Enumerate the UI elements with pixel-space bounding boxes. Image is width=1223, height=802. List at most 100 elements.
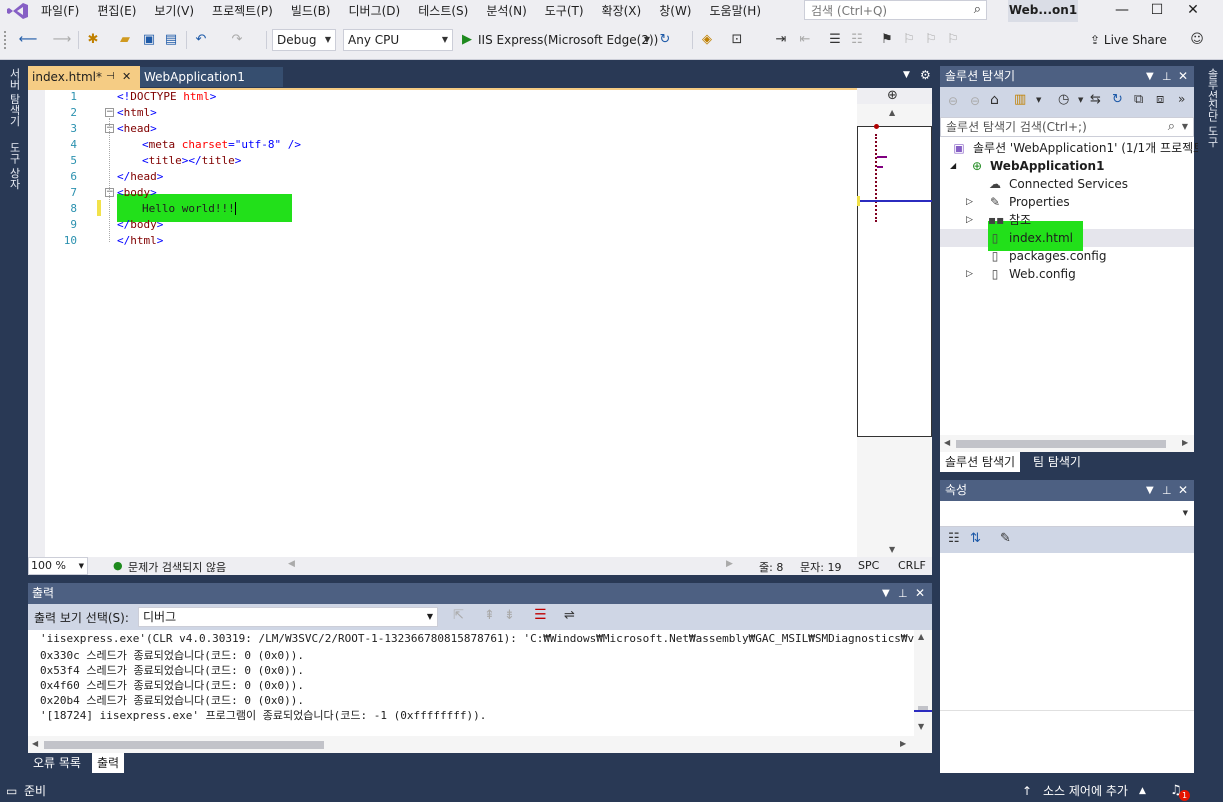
source-control-button[interactable]: 소스 제어에 추가 (1043, 780, 1128, 802)
line-ending-indicator[interactable]: CRLF (898, 559, 926, 572)
back-icon[interactable]: ⟵ (18, 30, 38, 50)
scroll-up-icon[interactable]: ▲ (918, 632, 924, 641)
menu-analyze[interactable]: 분석(N) (477, 0, 535, 22)
back-icon[interactable]: ⊖ (948, 94, 958, 108)
issues-status[interactable]: 문제가 검색되지 않음 (128, 559, 226, 575)
panel-menu-icon[interactable]: ▼ (882, 583, 890, 604)
menu-debug[interactable]: 디버그(D) (340, 0, 410, 22)
tab-output[interactable]: 출력 (92, 753, 125, 773)
bookmark-icon[interactable]: ⚑ (878, 30, 896, 50)
platform-select[interactable]: Any CPU ▼ (343, 29, 453, 51)
menu-extensions[interactable]: 확장(X) (593, 0, 651, 22)
property-pages-icon[interactable]: ✎ (1000, 531, 1011, 546)
maximize-icon[interactable]: ☐ (1140, 0, 1174, 22)
collapsed-arrow-icon[interactable]: ▷ (966, 193, 973, 211)
close-panel-icon[interactable]: ✕ (1178, 66, 1188, 87)
prev-bookmark-icon[interactable]: ⚐ (900, 30, 918, 50)
scroll-left-icon[interactable]: ◀ (944, 438, 950, 447)
refresh-icon[interactable]: ↻ (656, 30, 674, 50)
fold-toggle-icon[interactable]: − (105, 108, 114, 117)
split-icon[interactable]: ⊕ (887, 88, 898, 103)
step-icon[interactable]: ⇥ (772, 30, 790, 50)
prev-message-icon[interactable]: ⇞ (484, 608, 495, 623)
refresh-icon[interactable]: ↻ (1112, 92, 1123, 107)
expanded-arrow-icon[interactable]: ◢ (950, 157, 956, 175)
collapsed-arrow-icon[interactable]: ▷ (966, 265, 973, 283)
menu-help[interactable]: 도움말(H) (701, 0, 771, 22)
scroll-down-icon[interactable]: ▼ (918, 722, 924, 731)
new-project-icon[interactable]: ✱ (84, 30, 102, 50)
save-icon[interactable]: ▣ (140, 30, 158, 50)
chevron-down-icon[interactable]: ▼ (1036, 96, 1041, 104)
editor-tab-index-html[interactable]: index.html* ⊣ ✕ (28, 66, 140, 88)
menu-project[interactable]: 프로젝트(P) (203, 0, 282, 22)
pin-icon[interactable]: ⊥ (898, 583, 908, 604)
diagnostic-tools-tab[interactable]: 진단 도구 (1204, 100, 1220, 148)
toolbox-tab[interactable]: 도구 상자 (6, 142, 22, 190)
output-text[interactable]: 'iisexpress.exe'(CLR v4.0.30319: /LM/W3S… (28, 630, 918, 736)
scroll-right-icon[interactable]: ▶ (726, 559, 733, 569)
scroll-left-icon[interactable]: ◀ (288, 559, 295, 569)
show-all-files-icon[interactable]: ⧈ (1156, 92, 1164, 107)
forward-icon[interactable]: ⟶ (52, 30, 72, 50)
tab-error-list[interactable]: 오류 목록 (28, 753, 86, 773)
open-folder-icon[interactable]: ▰ (116, 30, 134, 50)
step-over-icon[interactable]: ⇤ (796, 30, 814, 50)
scroll-right-icon[interactable]: ▶ (1182, 438, 1188, 447)
pin-icon[interactable]: ⊥ (1162, 66, 1172, 87)
tab-team-explorer[interactable]: 팀 탐색기 (1028, 452, 1086, 472)
alphabetical-sort-icon[interactable]: ⇅ (970, 531, 981, 546)
clear-all-icon[interactable]: ☰ (534, 607, 547, 623)
tab-solution-explorer[interactable]: 솔루션 탐색기 (940, 452, 1021, 472)
output-vertical-scrollbar[interactable]: ▲ ▼ (914, 630, 932, 736)
output-source-select[interactable]: 디버그 ▼ (138, 607, 438, 627)
server-explorer-tab[interactable]: 서버 탐색기 (6, 68, 22, 127)
scroll-thumb[interactable] (956, 440, 1166, 448)
comment-icon[interactable]: ☰ (826, 30, 844, 50)
find-message-icon[interactable]: ⇱ (453, 608, 464, 623)
home-icon[interactable]: ⌂ (990, 92, 999, 108)
pin-icon[interactable]: ⊣ (106, 66, 115, 88)
clear-bookmarks-icon[interactable]: ⚐ (944, 30, 962, 50)
chevron-down-icon[interactable]: ▼ (642, 30, 652, 50)
panel-menu-icon[interactable]: ▼ (1146, 480, 1154, 501)
editor-tab-webapplication1[interactable]: WebApplication1 (140, 67, 283, 87)
live-share-button[interactable]: ⇪ Live Share (1090, 30, 1167, 50)
menu-window[interactable]: 창(W) (650, 0, 700, 22)
uncomment-icon[interactable]: ☷ (848, 30, 866, 50)
browser-link-icon[interactable]: ◈ (698, 30, 716, 50)
solution-side-tab[interactable]: 솔루션 (1204, 68, 1220, 101)
chevron-down-icon[interactable]: ▼ (1182, 118, 1188, 136)
screenshot-icon[interactable]: ⊡ (728, 30, 746, 50)
solution-search-input[interactable]: 솔루션 탐색기 검색(Ctrl+;) ⌕ ▼ (940, 117, 1194, 137)
chevron-down-icon[interactable]: ▼ (1078, 96, 1083, 104)
solution-horizontal-scrollbar[interactable]: ◀ ▶ (940, 435, 1194, 452)
scroll-left-icon[interactable]: ◀ (32, 739, 38, 748)
menu-build[interactable]: 빌드(B) (282, 0, 340, 22)
menu-file[interactable]: 파일(F) (32, 0, 88, 22)
undo-icon[interactable]: ↶ (192, 30, 210, 50)
close-panel-icon[interactable]: ✕ (1178, 480, 1188, 501)
panel-menu-icon[interactable]: ▼ (1146, 66, 1154, 87)
whitespace-indicator[interactable]: SPC (858, 559, 879, 572)
menu-edit[interactable]: 편집(E) (88, 0, 145, 22)
menu-test[interactable]: 테스트(S) (409, 0, 477, 22)
run-target-button[interactable]: IIS Express(Microsoft Edge(2)) (478, 30, 658, 50)
menu-view[interactable]: 보기(V) (145, 0, 203, 22)
play-icon[interactable]: ▶ (460, 30, 474, 50)
close-icon[interactable]: ✕ (1176, 0, 1210, 22)
code-minimap[interactable] (857, 126, 932, 437)
output-horizontal-scrollbar[interactable]: ◀ ▶ (28, 736, 932, 753)
settings-gear-icon[interactable]: ⚙ (920, 68, 931, 82)
minimize-icon[interactable]: — (1105, 0, 1139, 22)
zoom-select[interactable]: 100 % ▼ (28, 557, 88, 575)
scroll-thumb[interactable] (44, 741, 324, 749)
configuration-select[interactable]: Debug ▼ (272, 29, 336, 51)
scroll-right-icon[interactable]: ▶ (900, 739, 906, 748)
collapsed-arrow-icon[interactable]: ▷ (966, 211, 973, 229)
categorized-icon[interactable]: ☷ (948, 531, 960, 546)
scroll-up-icon[interactable]: ▲ (889, 108, 895, 117)
scroll-down-icon[interactable]: ▼ (889, 545, 895, 554)
chevron-up-icon[interactable]: ▲ (1139, 780, 1146, 802)
redo-icon[interactable]: ↷ (228, 30, 246, 50)
